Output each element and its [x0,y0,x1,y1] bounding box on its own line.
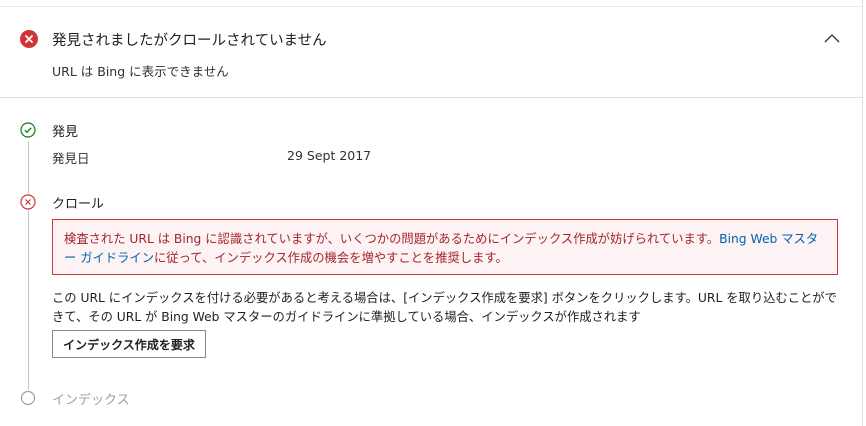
panel-header: 発見されましたがクロールされていません URL は Bing に表示できません [0,7,862,98]
chevron-up-icon [824,34,840,43]
crawl-alert: 検査された URL は Bing に認識されていますが、いくつかの問題があるため… [52,219,838,275]
step-title-crawl: クロール [52,197,105,212]
check-circle-icon [20,122,36,138]
collapse-button[interactable] [820,29,844,49]
step-title-index: インデックス [52,393,130,408]
step-title-discovery: 発見 [52,125,79,140]
request-indexing-button[interactable]: インデックス作成を要求 [52,330,206,358]
discovery-date-label: 発見日 [52,151,90,166]
alert-message: 検査された URL は Bing に認識されていますが、いくつかの問題があるため… [64,230,830,268]
alert-text-after: に従って、インデックス作成の機会を増やすことを推奨します。 [154,251,508,265]
inspection-panel: 発見されましたがクロールされていません URL は Bing に表示できません … [0,6,863,426]
discovery-date-value: 29 Sept 2017 [287,148,372,163]
alert-text: 検査された URL は Bing に認識されていますが、いくつかの問題があるため… [64,232,720,246]
error-circle-icon [20,30,38,48]
error-circle-outline-icon [20,194,36,210]
timeline-line [28,141,29,391]
request-index-description: この URL にインデックスを付ける必要があると考える場合は、[インデックス作成… [52,291,837,324]
header-subtitle: URL は Bing に表示できません [52,64,229,79]
empty-circle-icon [20,390,36,406]
header-title: 発見されましたがクロールされていません [52,33,327,49]
